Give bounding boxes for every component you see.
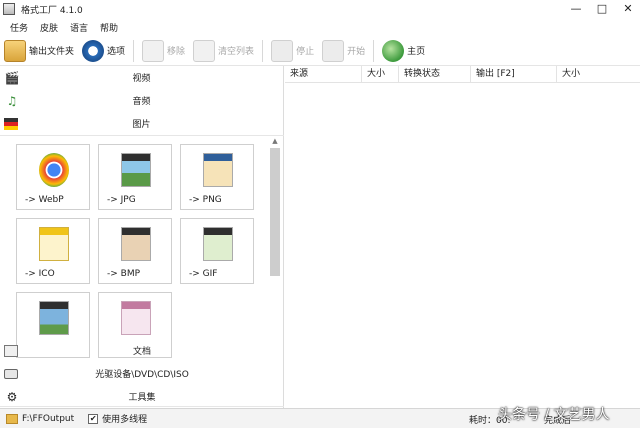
tga-file-icon [121,301,151,335]
gear-icon [82,39,105,62]
category-panel: 🎬 视频 ♫ 音频 图片 -> WebP -> JPG -> PNG -> IC… [0,66,284,408]
menu-language[interactable]: 语言 [70,21,88,34]
format-gif-tile[interactable]: -> GIF [180,218,254,284]
clear-list-icon [193,39,216,62]
toolbar-divider [262,39,264,62]
play-icon [322,39,345,62]
format-bmp-tile[interactable]: -> BMP [98,218,172,284]
png-file-icon [203,153,233,187]
folder-icon [6,413,18,424]
remove-label: 移除 [167,47,186,57]
scrollbar-thumb[interactable] [270,148,280,276]
column-size[interactable]: 大小 [362,66,399,82]
category-tools[interactable]: ⚙ 工具集 [0,385,284,408]
clear-list-label: 清空列表 [218,47,255,57]
category-label: 视频 [132,74,151,84]
menu-skin[interactable]: 皮肤 [40,21,58,34]
category-video[interactable]: 🎬 视频 [0,66,283,89]
tiff-file-icon [39,301,69,335]
format-label: -> BMP [107,269,141,279]
format-label: -> GIF [189,269,218,279]
app-icon [3,3,15,15]
output-folder-button[interactable]: 输出文件夹 [0,38,78,64]
column-output[interactable]: 输出 [F2] [471,66,557,82]
start-label: 开始 [347,47,366,57]
format-ico-tile[interactable]: -> ICO [16,218,90,284]
close-button[interactable]: ✕ [622,1,634,17]
lower-categories: 文档 光驱设备\DVD\CD\ISO ⚙ 工具集 [0,339,284,408]
ico-file-icon [39,227,69,261]
format-label: -> PNG [189,195,222,205]
webp-file-icon [39,153,69,187]
category-audio[interactable]: ♫ 音频 [0,89,283,112]
tools-icon: ⚙ [6,389,18,404]
multithread-checkbox[interactable]: ✔ [88,413,99,424]
minimize-button[interactable]: — [570,1,582,17]
remove-icon [142,39,165,62]
category-rom-device[interactable]: 光驱设备\DVD\CD\ISO [0,362,284,385]
category-picture[interactable]: 图片 [0,112,283,135]
category-label: 工具集 [128,393,156,403]
window-controls: — □ ✕ [570,1,634,17]
watermark-text: 头条号 / 文艺男人 [498,407,610,423]
stop-label: 停止 [296,47,315,57]
format-jpg-tile[interactable]: -> JPG [98,144,172,210]
format-label: -> WebP [25,195,64,205]
film-icon: 🎬 [4,70,20,85]
output-folder-label: 输出文件夹 [29,47,75,57]
format-label: -> JPG [107,195,136,205]
clear-list-button[interactable]: 清空列表 [189,38,258,64]
task-list[interactable]: 来源 大小 转换状态 输出 [F2] 大小 [285,66,640,408]
start-button[interactable]: 开始 [318,38,369,64]
column-status[interactable]: 转换状态 [399,66,471,82]
scroll-up-icon[interactable]: ▲ [269,136,281,146]
toolbar-divider [133,39,135,62]
menu-bar: 任务 皮肤 语言 帮助 [0,18,640,36]
category-document[interactable]: 文档 [0,339,284,362]
window-title: 格式工厂 4.1.0 [21,5,83,16]
title-bar: 格式工厂 4.1.0 — □ ✕ [0,0,640,18]
column-source[interactable]: 来源 [285,66,362,82]
menu-help[interactable]: 帮助 [100,21,118,34]
menu-task[interactable]: 任务 [10,21,28,34]
options-label: 选项 [107,47,126,57]
category-label: 文档 [132,347,151,357]
multithread-label: 使用多线程 [102,415,148,425]
document-icon [4,344,18,357]
column-output-size[interactable]: 大小 [557,66,640,82]
format-png-tile[interactable]: -> PNG [180,144,254,210]
category-label: 音频 [132,97,151,107]
bmp-file-icon [121,227,151,261]
category-label: 图片 [132,120,151,130]
jpg-file-icon [121,153,151,187]
home-label: 主页 [407,47,426,57]
format-webp-tile[interactable]: -> WebP [16,144,90,210]
task-list-header: 来源 大小 转换状态 输出 [F2] 大小 [285,66,640,83]
disc-drive-icon [4,368,18,379]
remove-button[interactable]: 移除 [138,38,189,64]
stop-icon [271,39,294,62]
stop-button[interactable]: 停止 [267,38,318,64]
globe-icon [382,39,405,62]
maximize-button[interactable]: □ [596,1,608,17]
output-path[interactable]: F:\FFOutput [22,414,74,424]
options-button[interactable]: 选项 [78,38,129,64]
picture-icon [4,117,18,130]
toolbar-divider [373,39,375,62]
home-button[interactable]: 主页 [378,38,429,64]
music-note-icon: ♫ [6,93,18,108]
toolbar: 输出文件夹 选项 移除 清空列表 停止 开始 主页 [0,36,640,66]
folder-icon [4,39,26,62]
format-label: -> ICO [25,269,55,279]
gif-file-icon [203,227,233,261]
category-label: 光驱设备\DVD\CD\ISO [95,370,189,380]
